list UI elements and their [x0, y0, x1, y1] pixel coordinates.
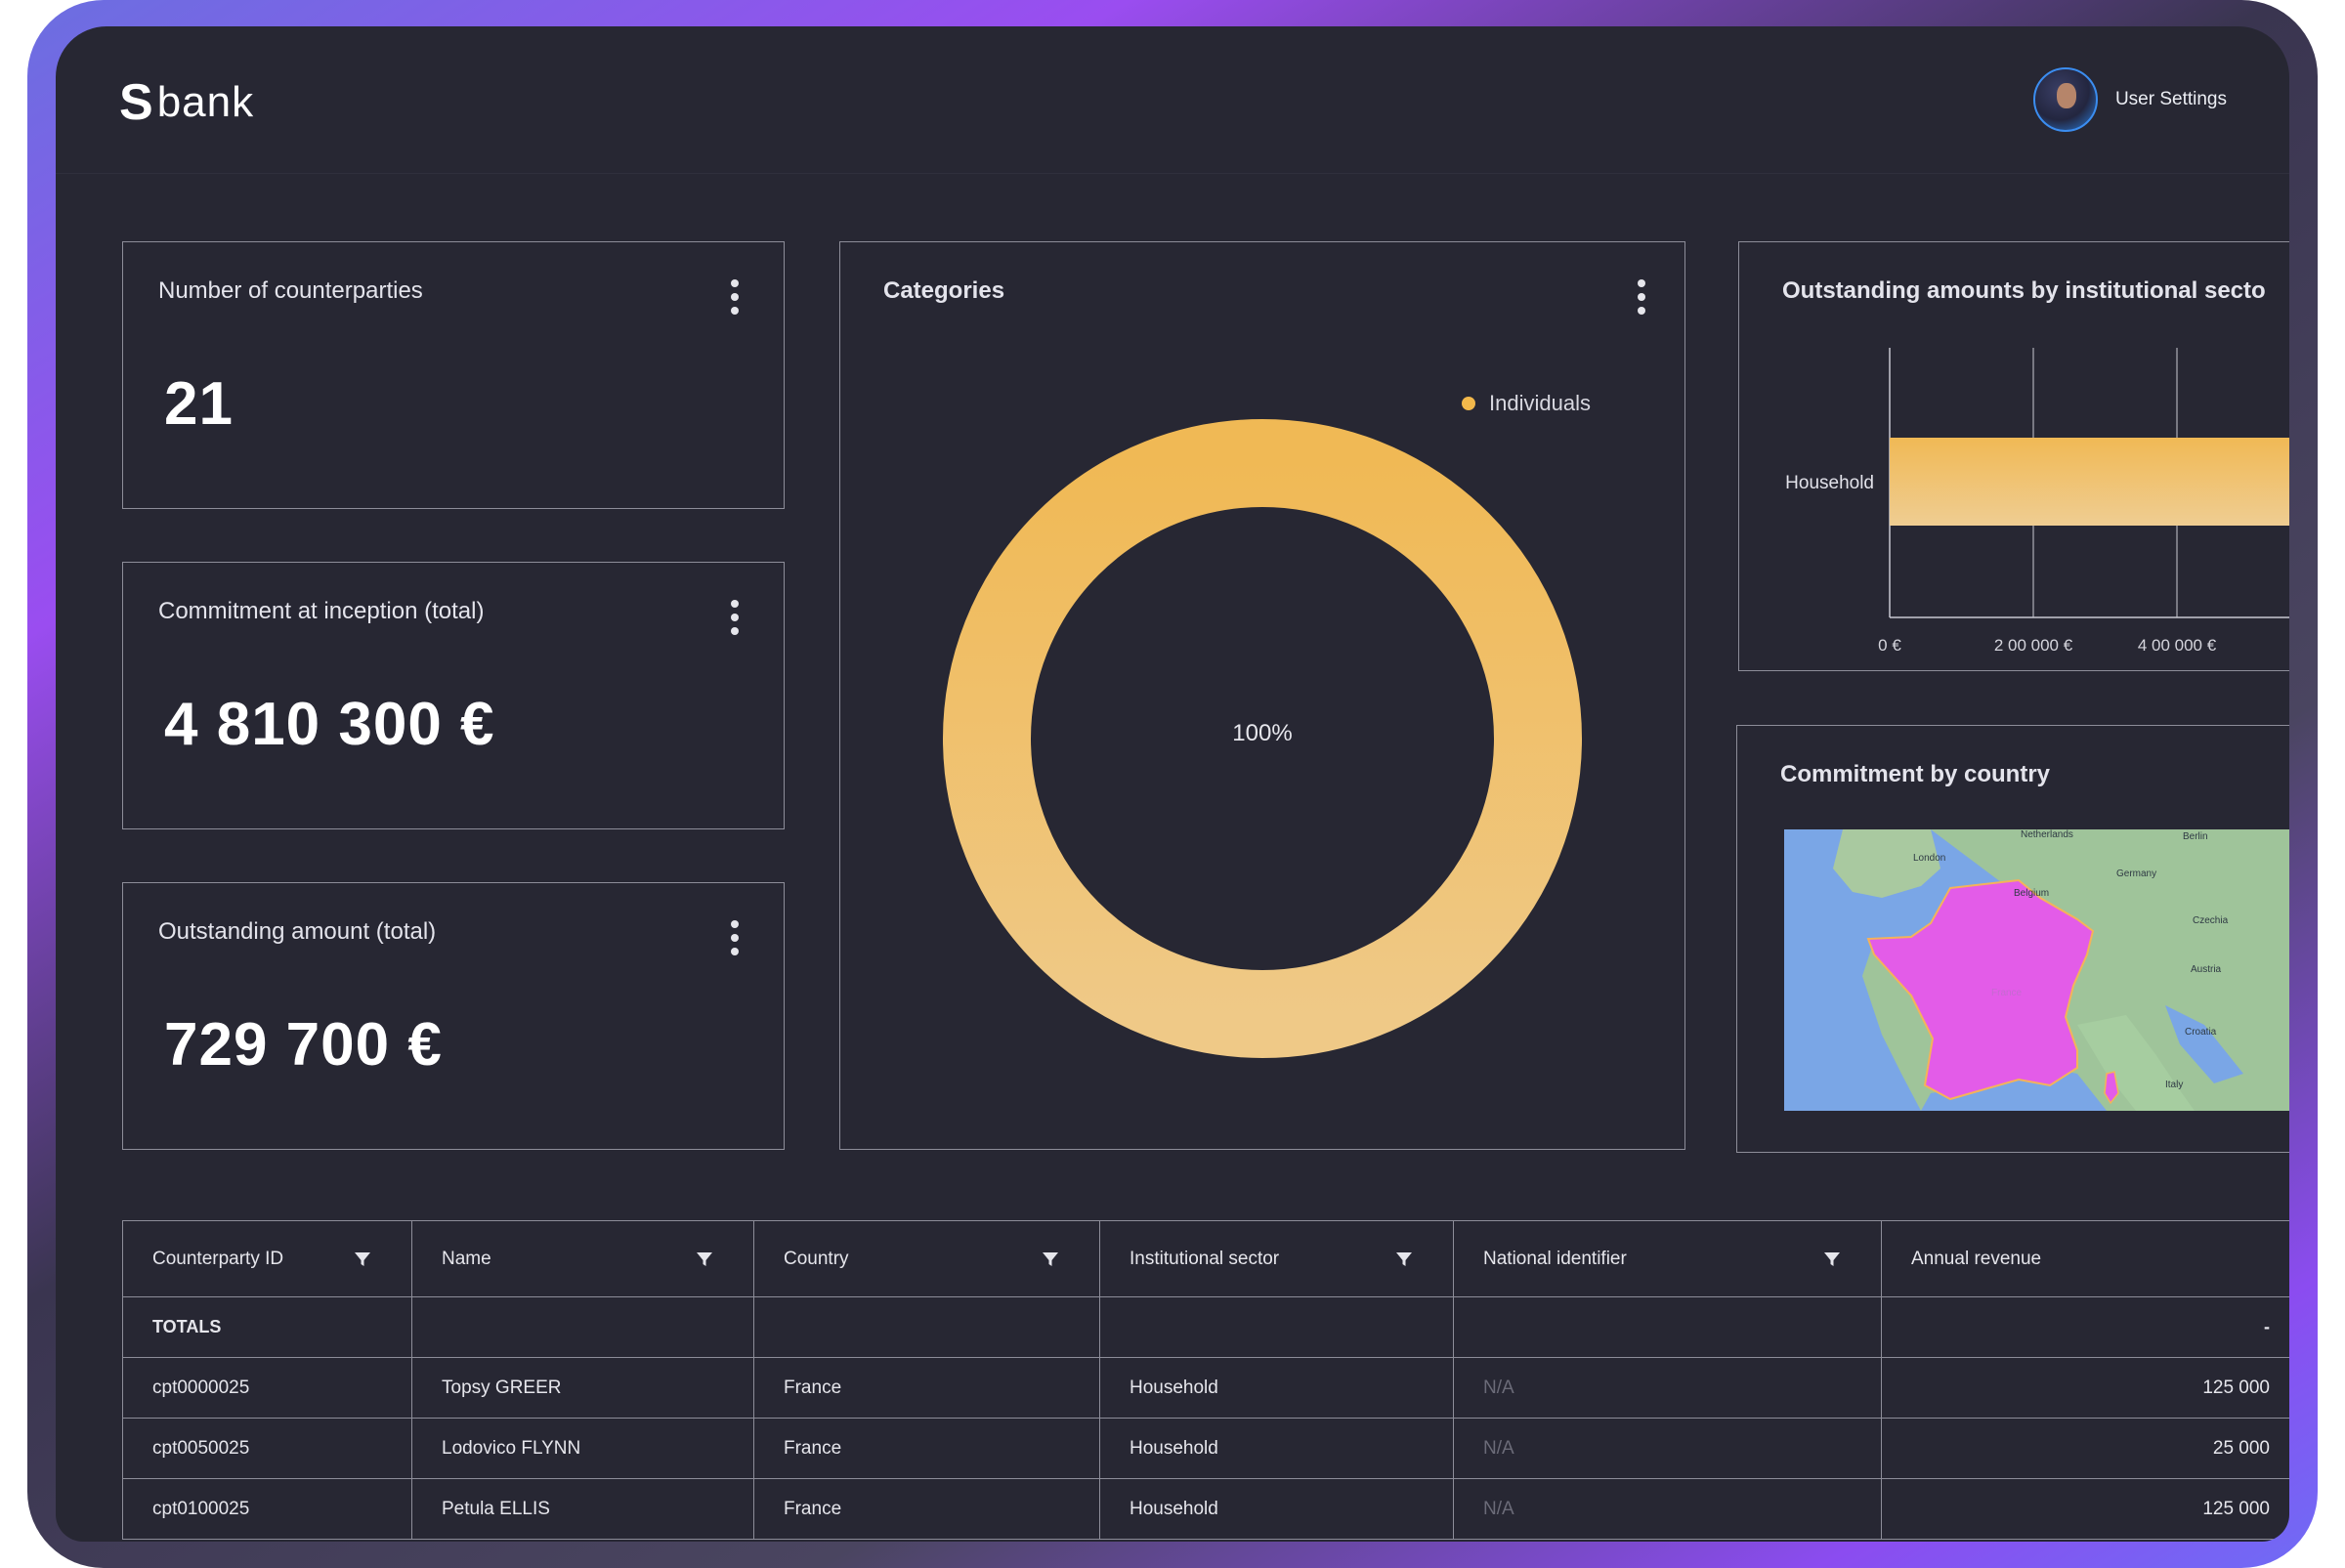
- cell-name: Topsy GREER: [411, 1357, 754, 1419]
- y-category-label: Household: [1785, 473, 1874, 493]
- map-label-czechia: Czechia: [2193, 915, 2229, 926]
- filter-icon[interactable]: [1394, 1250, 1414, 1269]
- app-logo[interactable]: S bank: [119, 73, 254, 132]
- cell-counterparty-id: cpt0050025: [122, 1418, 412, 1479]
- column-label: Name: [442, 1248, 491, 1269]
- cell-name: Lodovico FLYNN: [411, 1418, 754, 1479]
- table-cell: [1099, 1296, 1454, 1358]
- cell-national-identifier: N/A: [1453, 1418, 1882, 1479]
- column-header-counterparty-id[interactable]: Counterparty ID: [122, 1220, 412, 1297]
- x-tick-label: 0 €: [1878, 636, 1901, 655]
- map-label-croatia: Croatia: [2185, 1027, 2217, 1038]
- filter-icon[interactable]: [353, 1250, 372, 1269]
- cell-institutional-sector: Household: [1099, 1478, 1454, 1540]
- kpi-value: 21: [164, 370, 234, 438]
- table-row[interactable]: cpt0000025 Topsy GREER France Household …: [122, 1357, 2289, 1419]
- map-label-berlin: Berlin: [2183, 831, 2208, 842]
- map-label-italy: Italy: [2165, 1080, 2183, 1090]
- table-row[interactable]: cpt0050025 Lodovico FLYNN France Househo…: [122, 1418, 2289, 1479]
- map-label-belgium: Belgium: [2014, 888, 2049, 899]
- column-header-institutional-sector[interactable]: Institutional sector: [1099, 1220, 1454, 1297]
- logo-mark: S: [119, 74, 153, 131]
- cell-country: France: [753, 1418, 1100, 1479]
- kpi-title: Outstanding amount (total): [158, 918, 437, 945]
- column-header-country[interactable]: Country: [753, 1220, 1100, 1297]
- column-header-annual-revenue[interactable]: Annual revenue: [1881, 1220, 2289, 1297]
- cell-country: France: [753, 1357, 1100, 1419]
- cell-annual-revenue: 25 000: [1881, 1418, 2289, 1479]
- kpi-title: Commitment at inception (total): [158, 598, 485, 624]
- cell-annual-revenue: 125 000: [1881, 1357, 2289, 1419]
- card-title: Commitment by country: [1780, 761, 2051, 787]
- kpi-title: Number of counterparties: [158, 277, 423, 304]
- app-screen: S bank User Settings Number of counterpa…: [56, 26, 2289, 1542]
- categories-card: Categories Individuals 100%: [839, 241, 1685, 1150]
- column-label: Country: [784, 1248, 849, 1269]
- x-tick-label: 4 00 000 €: [2138, 636, 2217, 655]
- map-label-london: London: [1913, 853, 1945, 864]
- cell-institutional-sector: Household: [1099, 1418, 1454, 1479]
- table-cell: [411, 1296, 754, 1358]
- kpi-card-counterparties: Number of counterparties 21: [122, 241, 785, 509]
- kebab-menu-icon[interactable]: [729, 920, 741, 955]
- map-label-austria: Austria: [2191, 964, 2222, 975]
- column-header-national-identifier[interactable]: National identifier: [1453, 1220, 1882, 1297]
- cell-name: Petula ELLIS: [411, 1478, 754, 1540]
- table-totals-row: TOTALS -: [122, 1296, 2289, 1358]
- country-map[interactable]: Netherlands Berlin London Germany Belgiu…: [1784, 829, 2289, 1111]
- filter-icon[interactable]: [1822, 1250, 1842, 1269]
- column-header-name[interactable]: Name: [411, 1220, 754, 1297]
- cell-institutional-sector: Household: [1099, 1357, 1454, 1419]
- totals-label: TOTALS: [122, 1296, 412, 1358]
- table-header-row: Counterparty ID Name Country Institution…: [122, 1220, 2289, 1297]
- kpi-value: 729 700 €: [164, 1011, 443, 1079]
- cell-national-identifier: N/A: [1453, 1357, 1882, 1419]
- cell-national-identifier: N/A: [1453, 1478, 1882, 1540]
- column-label: Counterparty ID: [152, 1248, 284, 1269]
- map-label-germany: Germany: [2116, 869, 2156, 879]
- cell-annual-revenue: 125 000: [1881, 1478, 2289, 1540]
- country-card: Commitment by country Netherlands Berlin…: [1736, 725, 2289, 1153]
- cell-country: France: [753, 1478, 1100, 1540]
- bar-household[interactable]: [1890, 438, 2289, 526]
- user-settings-label: User Settings: [2114, 89, 2227, 109]
- top-bar: S bank User Settings: [56, 26, 2289, 174]
- bar-chart: 0 € 2 00 000 € 4 00 000 € Household: [1785, 348, 2289, 655]
- table-cell: [1453, 1296, 1882, 1358]
- filter-icon[interactable]: [1041, 1250, 1060, 1269]
- column-label: Annual revenue: [1911, 1248, 2042, 1269]
- filter-icon[interactable]: [695, 1250, 714, 1269]
- column-label: National identifier: [1483, 1248, 1627, 1269]
- donut-center-label: 100%: [1232, 720, 1292, 746]
- map-label-france: France: [1991, 988, 2023, 998]
- map-label-netherlands: Netherlands: [2021, 829, 2073, 840]
- table-cell: [753, 1296, 1100, 1358]
- avatar[interactable]: [2032, 67, 2098, 132]
- user-settings-button[interactable]: User Settings: [2032, 67, 2227, 132]
- x-tick-label: 2 00 000 €: [1994, 636, 2073, 655]
- kebab-menu-icon[interactable]: [729, 600, 741, 635]
- donut-chart: 100%: [943, 419, 1582, 1058]
- column-label: Institutional sector: [1130, 1248, 1280, 1269]
- kpi-card-outstanding: Outstanding amount (total) 729 700 €: [122, 882, 785, 1150]
- sector-card: Outstanding amounts by institutional sec…: [1738, 241, 2289, 671]
- cell-counterparty-id: cpt0000025: [122, 1357, 412, 1419]
- logo-text: bank: [156, 78, 255, 126]
- kpi-card-commitment: Commitment at inception (total) 4 810 30…: [122, 562, 785, 829]
- counterparties-table: Counterparty ID Name Country Institution…: [122, 1220, 2289, 1540]
- table-row[interactable]: cpt0100025 Petula ELLIS France Household…: [122, 1478, 2289, 1540]
- kpi-value: 4 810 300 €: [164, 691, 495, 758]
- kebab-menu-icon[interactable]: [729, 279, 741, 315]
- cell-counterparty-id: cpt0100025: [122, 1478, 412, 1540]
- totals-annual-revenue: -: [1881, 1296, 2289, 1358]
